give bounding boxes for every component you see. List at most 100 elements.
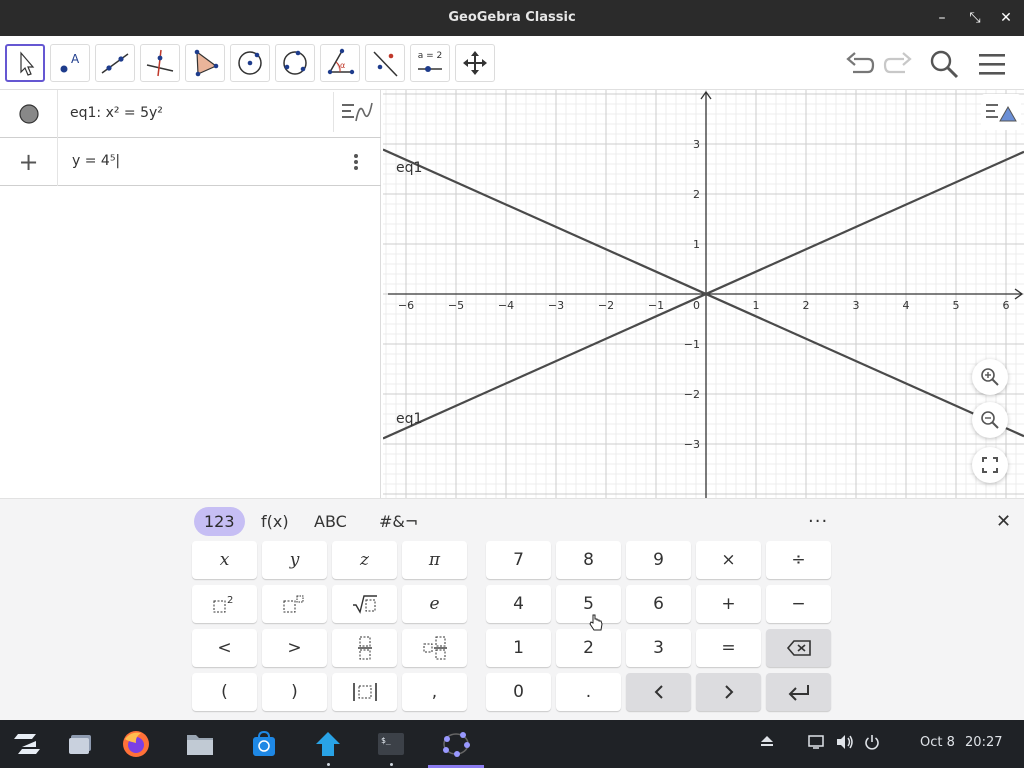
circle-three-points-tool-button[interactable] (275, 44, 315, 82)
key-x[interactable]: x (192, 541, 257, 579)
perpendicular-tool-button[interactable] (140, 44, 180, 82)
algebra-row-eq1[interactable]: eq1: x² = 5y² (0, 90, 381, 138)
key-z[interactable]: z (332, 541, 397, 579)
key-9[interactable]: 9 (626, 541, 691, 579)
key-cursor-left[interactable] (626, 673, 691, 711)
y-tick-label: −2 (684, 388, 700, 401)
key-comma[interactable]: , (402, 673, 467, 711)
tray-eject-button[interactable] (760, 734, 774, 752)
screen-icon (808, 735, 824, 749)
reflect-line-icon (373, 51, 398, 77)
move-tool-button[interactable] (5, 44, 45, 82)
key-pi[interactable]: π (402, 541, 467, 579)
key-multiply[interactable]: × (696, 541, 761, 579)
files-button[interactable] (184, 728, 216, 760)
keyboard-tab-functions[interactable]: f(x) (251, 507, 299, 536)
fullscreen-button[interactable] (972, 447, 1008, 483)
key-4[interactable]: 4 (486, 585, 551, 623)
key-minus[interactable]: − (766, 585, 831, 623)
close-window-button[interactable]: ✕ (996, 8, 1016, 28)
geogebra-taskbar-button[interactable] (440, 728, 472, 760)
slider-tool-button[interactable]: a = 2 (410, 44, 450, 82)
eq1-line-negative (383, 148, 1024, 438)
keyboard-tab-123[interactable]: 123 (194, 507, 245, 536)
coordinate-plane[interactable]: −6 −5 −4 −3 −2 −1 0 1 2 3 4 5 6 3 2 1 −1 −2 −3 eq1 eq1 (383, 90, 1024, 498)
key-close-paren[interactable]: ) (262, 673, 327, 711)
toolbar: A α a = 2 (0, 36, 1024, 90)
zorin-menu-button[interactable] (11, 728, 43, 760)
software-store-button[interactable] (248, 728, 280, 760)
keyboard-tab-symbols[interactable]: #&¬ (369, 507, 428, 536)
key-7[interactable]: 7 (486, 541, 551, 579)
key-divide[interactable]: ÷ (766, 541, 831, 579)
firefox-button[interactable] (120, 728, 152, 760)
key-3[interactable]: 3 (626, 629, 691, 667)
x-tick-label: 5 (953, 299, 960, 312)
key-y[interactable]: y (262, 541, 327, 579)
graphics-style-button[interactable] (981, 94, 1021, 130)
zoom-out-button[interactable] (972, 402, 1008, 438)
keyboard-more-button[interactable]: ··· (798, 507, 838, 536)
fullscreen-icon (982, 457, 998, 473)
polygon-tool-button[interactable] (185, 44, 225, 82)
key-squared[interactable]: 2 (192, 585, 257, 623)
keyboard-close-button[interactable]: ✕ (986, 507, 1021, 536)
circle-center-tool-button[interactable] (230, 44, 270, 82)
move-graphics-tool-button[interactable] (455, 44, 495, 82)
key-enter[interactable] (766, 673, 831, 711)
key-e[interactable]: e (402, 585, 467, 623)
key-greater-than[interactable]: > (262, 629, 327, 667)
reflect-tool-button[interactable] (365, 44, 405, 82)
tray-display-button[interactable] (808, 734, 824, 754)
restore-button[interactable]: ⤡ (965, 8, 985, 28)
zoom-in-button[interactable] (972, 359, 1008, 395)
tray-volume-button[interactable] (836, 734, 854, 754)
angle-tool-button[interactable]: α (320, 44, 360, 82)
key-power[interactable] (262, 585, 327, 623)
tray-power-button[interactable] (864, 734, 880, 754)
store-bag-icon (253, 730, 275, 756)
key-cursor-right[interactable] (696, 673, 761, 711)
key-2[interactable]: 2 (556, 629, 621, 667)
keyboard-tab-abc[interactable]: ABC (304, 507, 357, 536)
key-less-than[interactable]: < (192, 629, 257, 667)
key-sqrt[interactable] (332, 585, 397, 623)
main-menu-button[interactable] (974, 46, 1010, 82)
key-absolute-value[interactable] (332, 673, 397, 711)
key-decimal-point[interactable]: . (556, 673, 621, 711)
key-equals[interactable]: = (696, 629, 761, 667)
workspaces-button[interactable] (64, 728, 96, 760)
key-fraction[interactable] (332, 629, 397, 667)
algebra-input-field[interactable]: y = 4⁵| (72, 138, 120, 184)
point-tool-button[interactable]: A (50, 44, 90, 82)
undo-icon (846, 52, 875, 74)
redo-button[interactable] (880, 46, 916, 82)
visibility-toggle[interactable] (0, 90, 58, 138)
key-6[interactable]: 6 (626, 585, 691, 623)
minimize-button[interactable]: – (932, 8, 952, 28)
clock[interactable]: Oct 8 20:27 (920, 735, 1003, 750)
key-0[interactable]: 0 (486, 673, 551, 711)
algebra-style-button[interactable] (333, 92, 379, 132)
algebra-input-row[interactable]: + y = 4⁵| (0, 138, 381, 186)
square-root-icon (352, 595, 377, 614)
search-button[interactable] (926, 46, 962, 82)
add-item-button[interactable]: + (0, 138, 58, 186)
hand-cursor-icon (589, 614, 603, 631)
graphics-view[interactable]: −6 −5 −4 −3 −2 −1 0 1 2 3 4 5 6 3 2 1 −1 −2 −3 eq1 eq1 (383, 90, 1024, 498)
key-1[interactable]: 1 (486, 629, 551, 667)
key-open-paren[interactable]: ( (192, 673, 257, 711)
line-tool-button[interactable] (95, 44, 135, 82)
terminal-button[interactable]: $_ (375, 728, 407, 766)
mixed-fraction-icon (423, 636, 447, 660)
key-plus[interactable]: + (696, 585, 761, 623)
y-tick-label: 1 (693, 238, 700, 251)
key-mixed-fraction[interactable] (402, 629, 467, 667)
undo-button[interactable] (842, 46, 878, 82)
key-8[interactable]: 8 (556, 541, 621, 579)
updater-button[interactable] (312, 728, 344, 766)
key-backspace[interactable] (766, 629, 831, 667)
more-options-button[interactable] (348, 150, 364, 174)
perpendicular-line-icon (146, 49, 174, 77)
algebra-expression: eq1: x² = 5y² (70, 105, 163, 121)
